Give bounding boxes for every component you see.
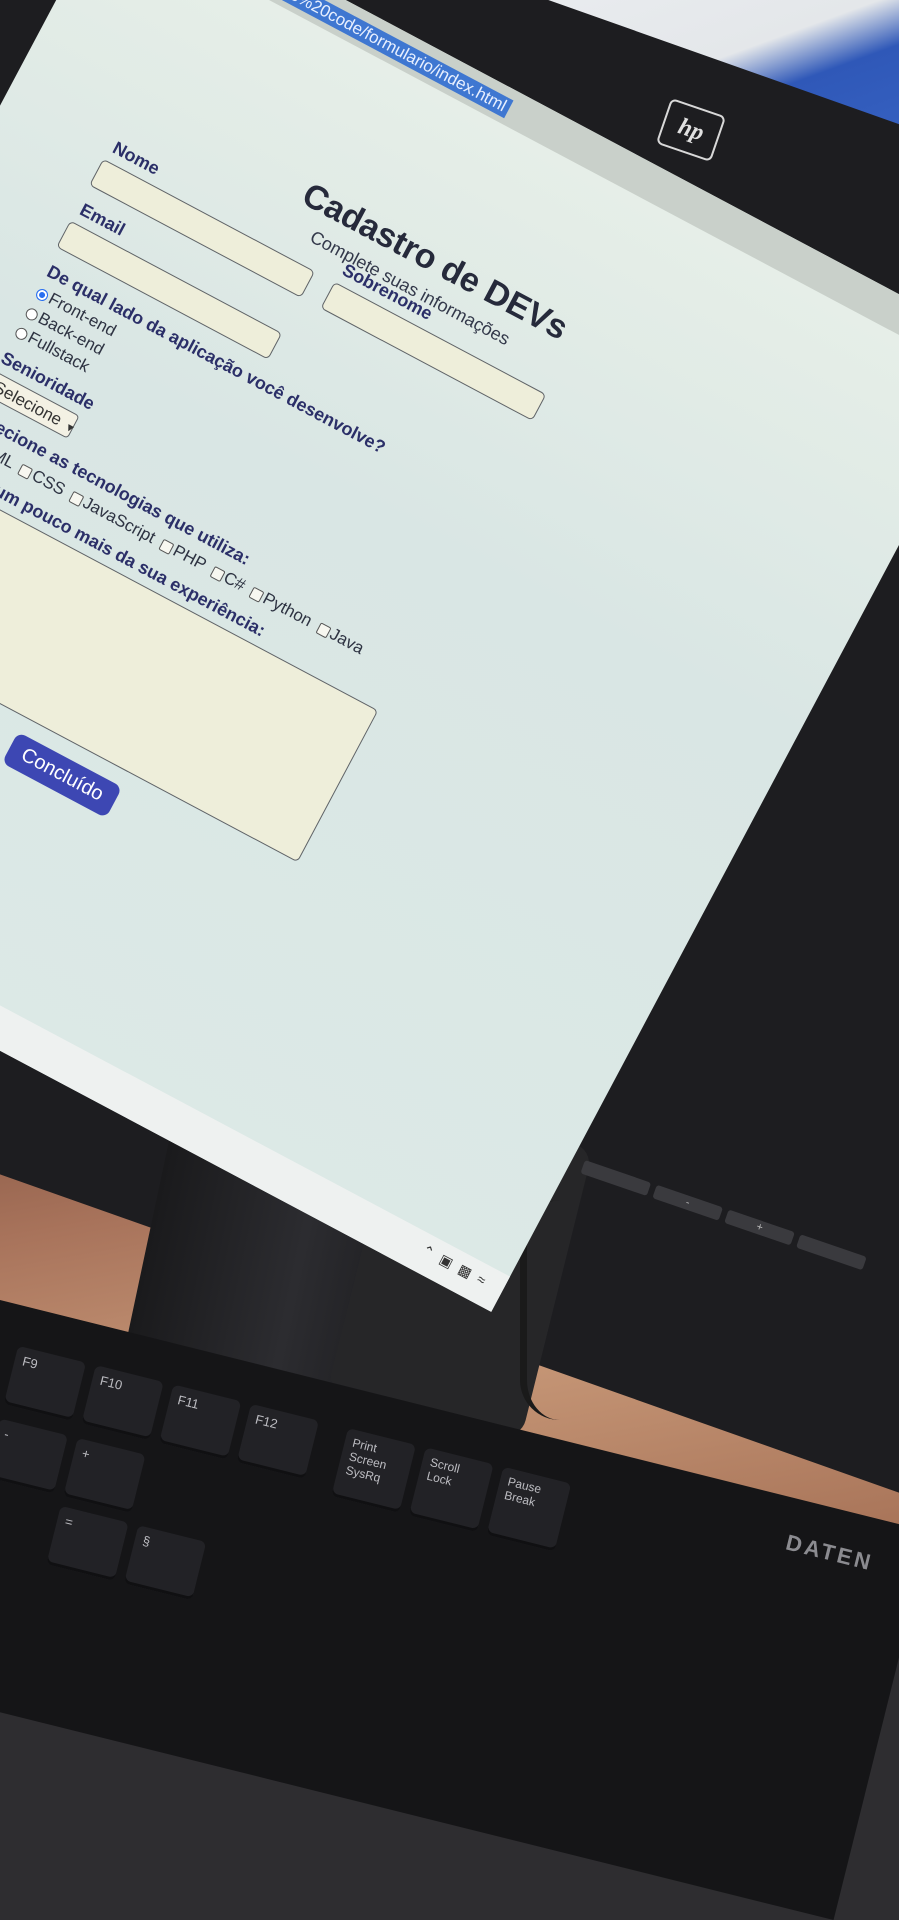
key-f10[interactable]: F10 [81,1365,164,1441]
tray-app-icon-2[interactable]: ▩ [455,1261,475,1282]
key-f12[interactable]: F12 [236,1403,320,1479]
key-f9[interactable]: F9 [3,1345,87,1421]
key-section[interactable]: § [123,1525,207,1601]
key-scroll-lock[interactable]: Scroll Lock [408,1447,494,1533]
checkbox-label: Python [259,588,316,631]
tray-app-icon[interactable]: ▣ [436,1251,456,1272]
wifi-icon[interactable]: ≈ [474,1271,488,1290]
checkbox-label: Java [326,624,368,658]
chevron-up-icon[interactable]: ⌃ [419,1241,437,1262]
key-f11[interactable]: F11 [158,1384,242,1460]
key-minus[interactable]: - [0,1418,69,1494]
chevron-down-icon: ▼ [62,420,78,437]
key-equals[interactable]: = [46,1505,129,1581]
key-pause-break[interactable]: Pause Break [486,1466,572,1552]
key-plus[interactable]: + [63,1437,146,1514]
key-print-screen[interactable]: Print Screen SysRq [331,1427,417,1513]
